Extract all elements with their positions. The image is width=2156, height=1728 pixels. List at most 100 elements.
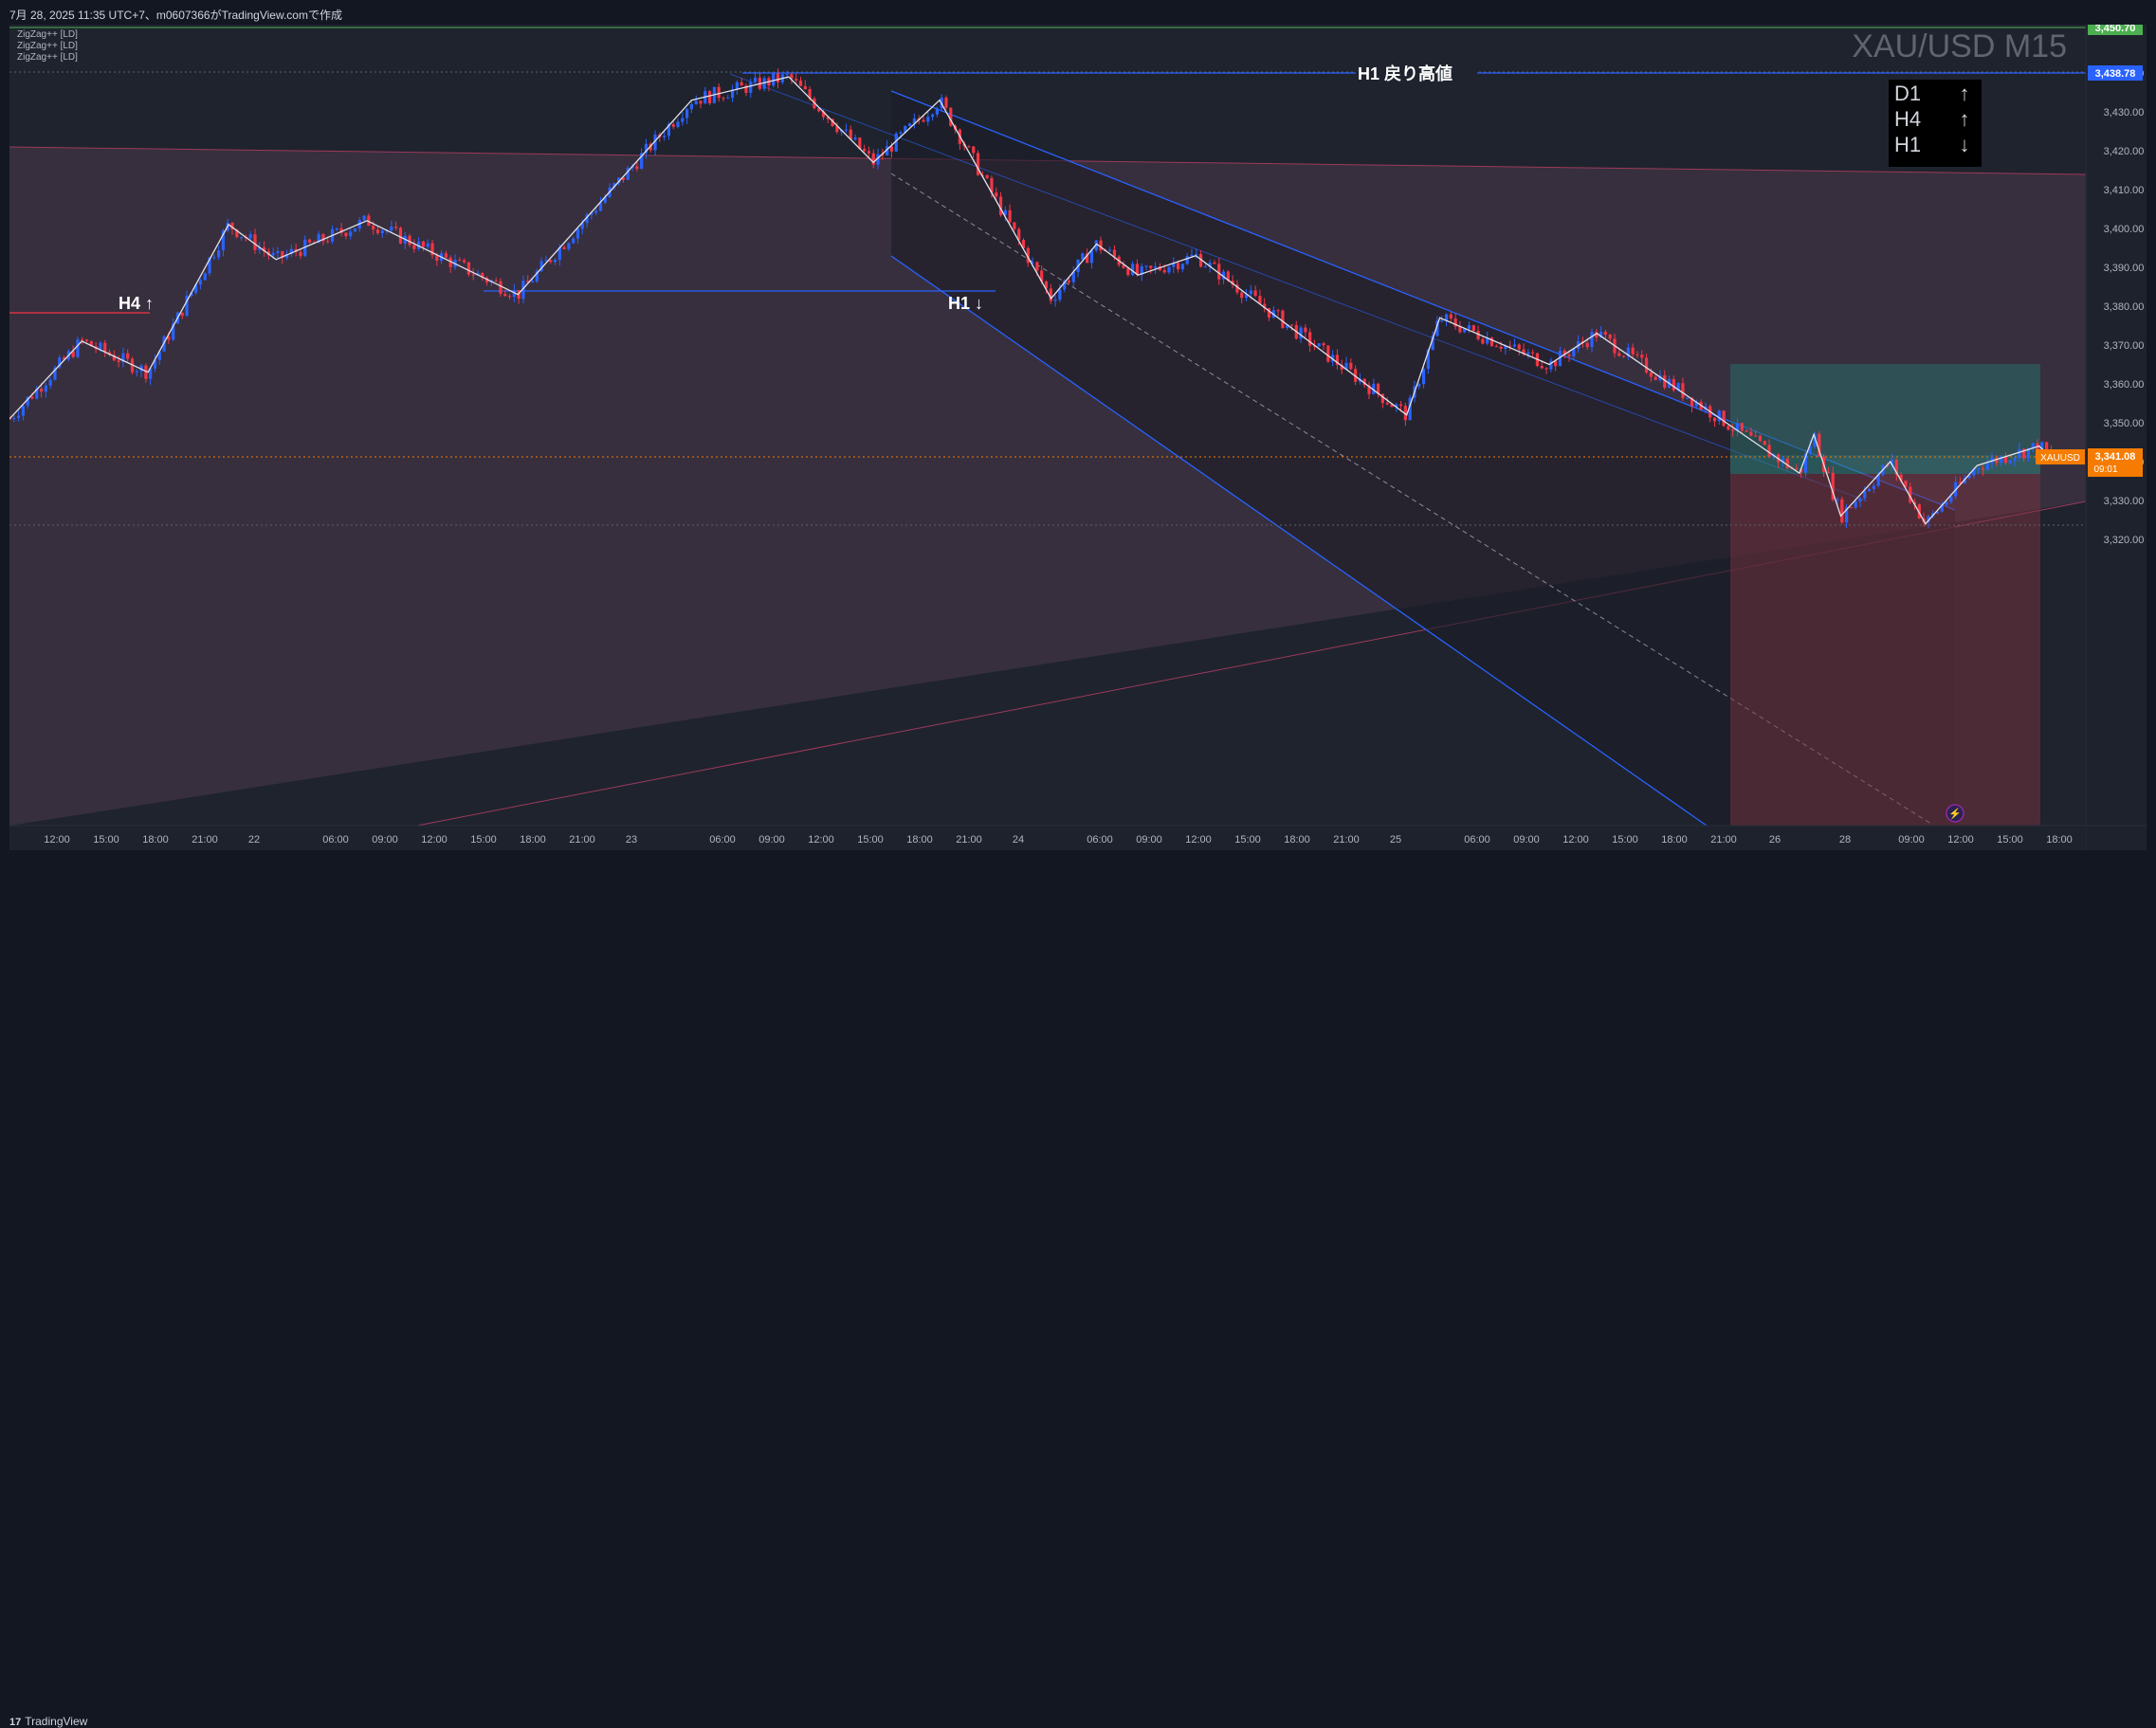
- candle-body: [1603, 332, 1607, 336]
- price-tick-label: 3,430.00: [2104, 107, 2145, 118]
- candle-body: [1195, 253, 1198, 255]
- indicator-label-1[interactable]: ZigZag++ [LD]: [17, 29, 78, 40]
- candle-body: [16, 415, 21, 418]
- candle-body: [1398, 404, 1403, 407]
- time-tick-label: 12:00: [1562, 834, 1589, 846]
- candle-body: [412, 245, 416, 249]
- candle-body: [717, 86, 721, 99]
- candle-body: [1249, 290, 1252, 295]
- last-price-label: 3,341.08: [2095, 451, 2136, 463]
- candle-body: [248, 234, 252, 239]
- candle-body: [1981, 468, 1985, 470]
- candle-body: [1631, 347, 1635, 355]
- candle-body: [1494, 346, 1498, 348]
- trend-dir-h1: ↓: [1960, 133, 1970, 156]
- candle-body: [1649, 372, 1653, 377]
- candle-body: [1099, 240, 1103, 251]
- candle-body: [867, 151, 871, 154]
- candle-body: [1471, 325, 1475, 332]
- candle-body: [1089, 250, 1094, 264]
- candle-body: [1767, 445, 1771, 457]
- candle-body: [1590, 332, 1594, 348]
- candle-body: [1585, 342, 1589, 348]
- time-tick-label: 18:00: [1284, 834, 1310, 846]
- candle-body: [1240, 292, 1244, 299]
- candle-body: [1977, 468, 1981, 470]
- candle-body: [1108, 249, 1112, 251]
- candle-body: [84, 339, 89, 341]
- candle-body: [572, 238, 576, 244]
- candle-body: [239, 237, 244, 239]
- trend-tf-h1: H1: [1894, 133, 1921, 156]
- candle-body: [707, 91, 712, 103]
- candle-body: [926, 117, 930, 122]
- candle-body: [776, 73, 780, 82]
- chart-frame[interactable]: ZigZag++ [LD] ZigZag++ [LD] ZigZag++ [LD…: [8, 20, 2147, 850]
- tradingview-logo-text: TradingView: [25, 1715, 88, 1728]
- candle-body: [735, 82, 739, 90]
- candle-body: [1608, 335, 1612, 339]
- candle-body: [1826, 471, 1830, 473]
- candle-body: [458, 260, 462, 262]
- time-tick-label: 12:00: [808, 834, 834, 846]
- candle-body: [380, 230, 384, 234]
- trend-tf-h4: H4: [1894, 107, 1921, 131]
- tradingview-logo[interactable]: 17 TradingView: [9, 1715, 87, 1728]
- time-tick-label: 23: [626, 834, 637, 846]
- time-tick-label: 15:00: [1612, 834, 1638, 846]
- time-tick-label: 26: [1769, 834, 1781, 846]
- candle-body: [76, 339, 80, 357]
- candle-body: [944, 97, 948, 108]
- candle-body: [1540, 366, 1544, 369]
- candle-body: [949, 107, 953, 126]
- candle-body: [1727, 426, 1730, 430]
- time-tick-label: 15:00: [857, 834, 884, 846]
- candle-body: [685, 109, 689, 118]
- candle-body: [203, 273, 207, 281]
- candle-body: [795, 79, 798, 81]
- candle-body: [1644, 357, 1649, 373]
- candle-body: [976, 153, 980, 175]
- price-tick-label: 3,370.00: [2104, 340, 2145, 352]
- countdown-label: 09:01: [2093, 464, 2117, 475]
- candle-body: [180, 312, 184, 317]
- time-tick-label: 21:00: [956, 834, 982, 846]
- time-tick-label: 09:00: [1898, 834, 1925, 846]
- candle-body: [1617, 353, 1621, 356]
- candle-body: [466, 262, 470, 275]
- h1-high-price-label: 3,438.78: [2095, 68, 2136, 80]
- candle-body: [507, 296, 512, 298]
- candle-body: [1281, 310, 1285, 328]
- candle-body: [253, 234, 257, 250]
- time-tick-label: 21:00: [1333, 834, 1360, 846]
- time-tick-label: 09:00: [1136, 834, 1162, 846]
- candle-body: [785, 74, 789, 76]
- candle-body: [2013, 458, 2017, 461]
- indicator-label-3[interactable]: ZigZag++ [LD]: [17, 52, 78, 63]
- candle-body: [271, 252, 275, 256]
- indicator-label-2[interactable]: ZigZag++ [LD]: [17, 41, 78, 51]
- candle-body: [1421, 369, 1426, 385]
- candle-body: [12, 417, 16, 420]
- candle-body: [995, 192, 998, 197]
- candle-body: [1131, 264, 1135, 276]
- candle-body: [2008, 460, 2012, 464]
- candle-body: [299, 251, 302, 257]
- candle-body: [1112, 249, 1117, 257]
- candle-body: [344, 232, 348, 237]
- candle-body: [1785, 458, 1789, 468]
- candle-body: [48, 379, 52, 386]
- h1-high-label: H1 戻り高値: [1358, 64, 1453, 83]
- price-chart[interactable]: ZigZag++ [LD] ZigZag++ [LD] ZigZag++ [LD…: [8, 20, 2147, 850]
- candle-body: [1854, 501, 1857, 508]
- candle-body: [1740, 423, 1744, 431]
- candle-body: [967, 146, 971, 148]
- target-zone: [1730, 364, 2040, 455]
- candle-body: [398, 227, 403, 244]
- candle-body: [1308, 332, 1312, 346]
- candle-body: [749, 82, 753, 93]
- candle-body: [1722, 410, 1726, 427]
- candle-body: [1754, 435, 1758, 437]
- candle-body: [375, 229, 380, 234]
- time-tick-label: 25: [1390, 834, 1401, 846]
